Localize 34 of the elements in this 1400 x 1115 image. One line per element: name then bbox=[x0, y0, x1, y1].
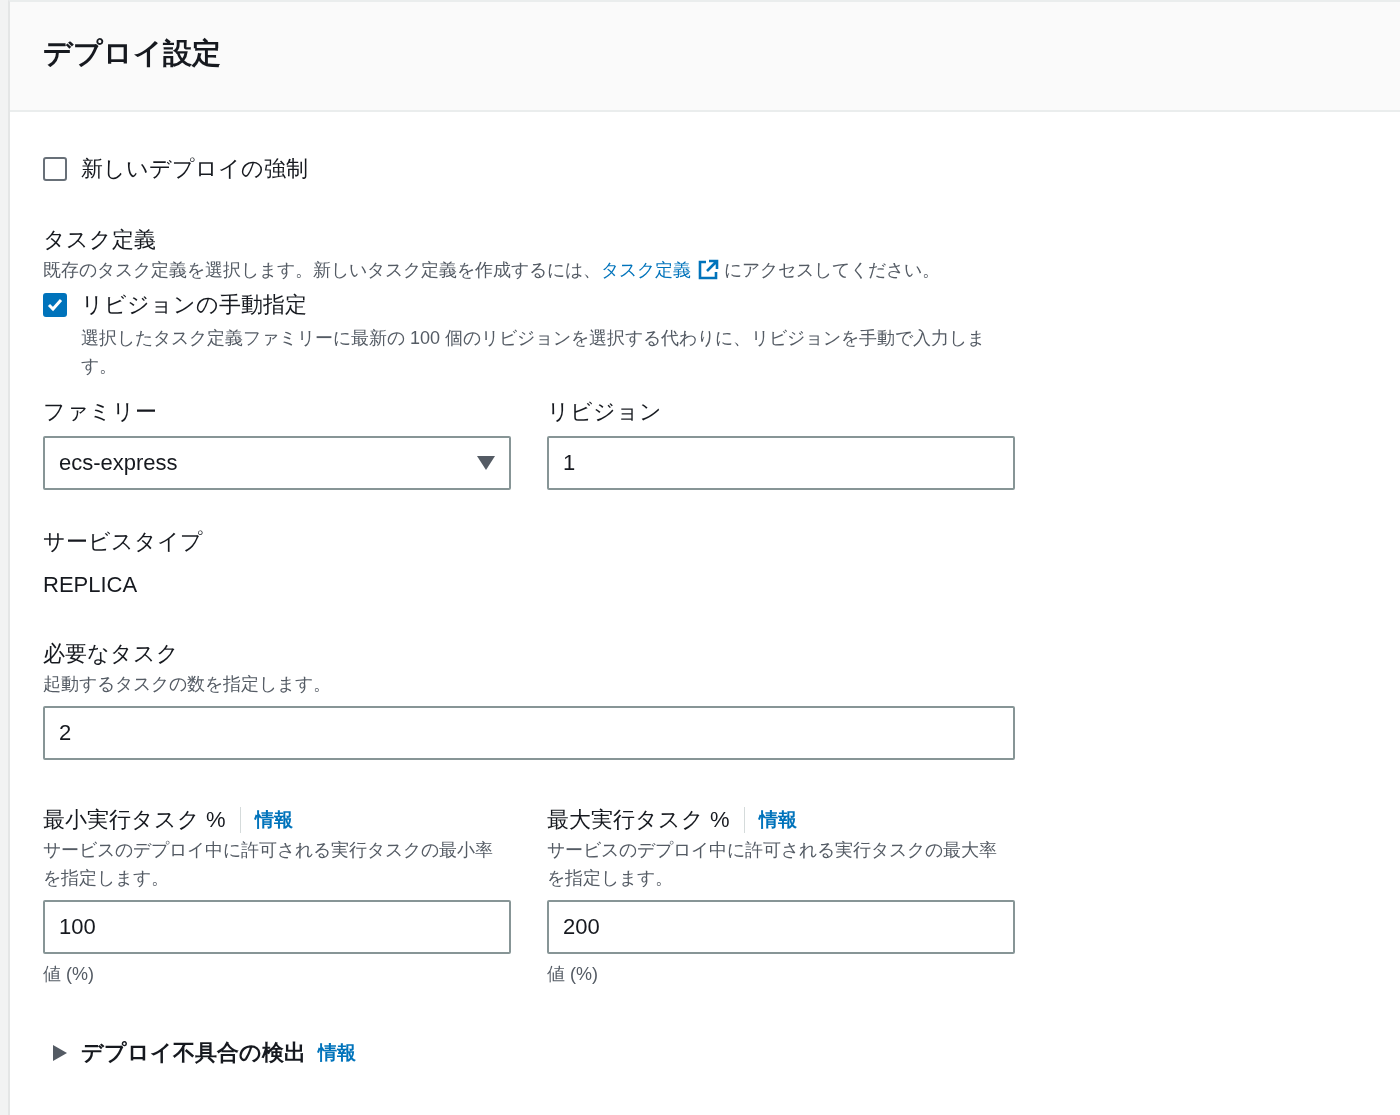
field-label: サービスタイプ bbox=[43, 528, 204, 556]
checkbox[interactable] bbox=[43, 293, 67, 317]
task-definition-link[interactable]: タスク定義 bbox=[601, 256, 719, 284]
constraint-text: 値 (%) bbox=[547, 963, 599, 986]
field-description: サービスのデプロイ中に許可される実行タスクの最大率を指定します。 bbox=[547, 839, 998, 890]
field-value: REPLICA bbox=[43, 572, 139, 598]
checkbox-label: 新しいデプロイの強制 bbox=[81, 155, 308, 183]
field-description: 既存のタスク定義を選択します。新しいタスク定義を作成するには、タスク定義 にアクセスしてください。 bbox=[43, 256, 1015, 284]
percent-input[interactable]: 100 bbox=[43, 900, 511, 954]
checkmark-icon bbox=[47, 298, 63, 312]
field-description: サービスのデプロイ中に許可される実行タスクの最小率を指定します。 bbox=[43, 839, 494, 890]
field-description: 起動するタスクの数を指定します。 bbox=[43, 673, 332, 696]
external-link-icon bbox=[697, 259, 719, 281]
section-title: デプロイ設定 bbox=[43, 36, 221, 71]
percent-input[interactable]: 200 bbox=[547, 900, 1015, 954]
family-dropdown[interactable]: ecs-express bbox=[43, 436, 511, 490]
caret-icon bbox=[53, 1045, 67, 1061]
field-label: リビジョン bbox=[547, 398, 663, 426]
field-label: タスク定義 bbox=[43, 226, 157, 254]
checkbox[interactable] bbox=[43, 157, 67, 181]
constraint-text: 値 (%) bbox=[43, 963, 95, 986]
revision-input[interactable]: 1 bbox=[547, 436, 1015, 490]
info-link[interactable]: 情報 bbox=[318, 1040, 356, 1066]
field-label: 最大実行タスク % bbox=[547, 806, 730, 834]
info-link[interactable]: 情報 bbox=[743, 807, 797, 833]
expand-section-toggle[interactable]: デプロイ不具合の検出 bbox=[53, 1038, 306, 1068]
field-label: 最小実行タスク % bbox=[43, 806, 226, 834]
field-label: 必要なタスク bbox=[43, 640, 180, 668]
info-link[interactable]: 情報 bbox=[239, 807, 293, 833]
checkbox-label: リビジョンの手動指定 bbox=[81, 291, 307, 319]
desired-tasks-input[interactable]: 2 bbox=[43, 706, 1015, 760]
field-label: ファミリー bbox=[43, 398, 158, 426]
checkbox-description: 選択したタスク定義ファミリーに最新の 100 個のリビジョンを選択する代わりに、リビジョンを手動で入力します。 bbox=[81, 327, 987, 378]
caret-icon bbox=[477, 456, 495, 470]
